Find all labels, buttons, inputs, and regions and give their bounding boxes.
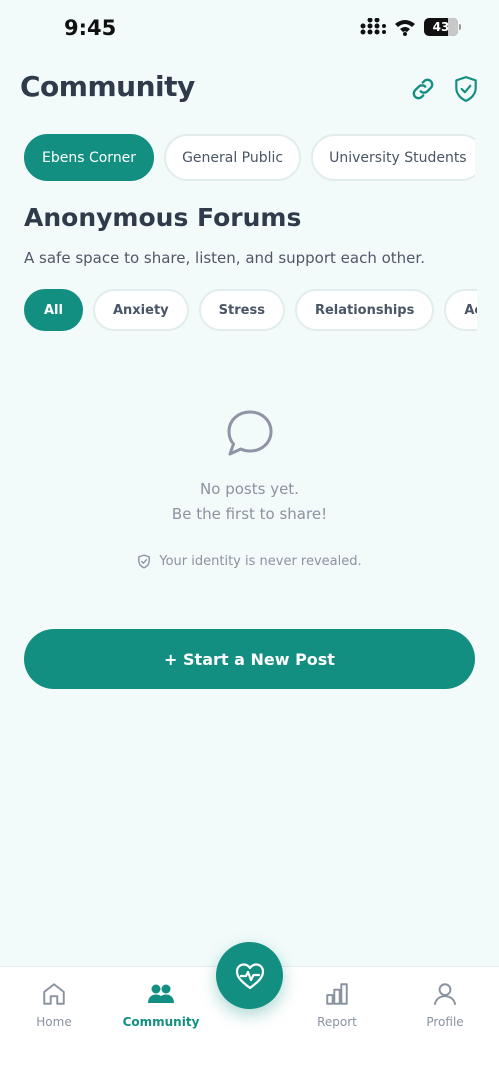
- identity-note: Your identity is never revealed.: [0, 554, 499, 569]
- heart-pulse-icon: [235, 962, 264, 989]
- shield-check-icon: [138, 554, 151, 569]
- user-icon: [433, 983, 457, 1006]
- group-chip-university-students[interactable]: University Students: [311, 134, 475, 181]
- link-button[interactable]: [408, 74, 438, 104]
- cellular-signal-icon: [360, 18, 386, 35]
- users-icon: [148, 984, 174, 1003]
- identity-note-text: Your identity is never revealed.: [159, 554, 362, 569]
- nav-community-label: Community: [122, 1015, 200, 1029]
- group-tabs: Ebens Corner General Public University S…: [24, 134, 475, 181]
- topic-filters: All Anxiety Stress Relationships Academi…: [24, 289, 477, 331]
- link-icon: [412, 78, 434, 100]
- status-icons: 43: [360, 18, 461, 36]
- status-bar: 9:45 43: [0, 0, 499, 60]
- nav-profile-label: Profile: [426, 1015, 464, 1029]
- filter-chip-relationships[interactable]: Relationships: [294, 289, 435, 331]
- bar-chart-icon: [326, 983, 348, 1005]
- section-subtitle: A safe space to share, listen, and suppo…: [24, 249, 425, 267]
- battery-level: 43: [432, 20, 450, 34]
- group-chip-ebens-corner[interactable]: Ebens Corner: [24, 134, 155, 181]
- nav-report[interactable]: Report: [292, 981, 382, 1029]
- home-icon: [43, 983, 65, 1005]
- battery-tip: [459, 24, 461, 30]
- wellness-fab-button[interactable]: [216, 942, 283, 1009]
- start-new-post-button[interactable]: + Start a New Post: [24, 629, 475, 689]
- nav-home[interactable]: Home: [9, 981, 99, 1029]
- shield-check-icon: [455, 76, 477, 102]
- battery-icon: 43: [424, 18, 458, 36]
- nav-profile[interactable]: Profile: [400, 981, 490, 1029]
- nav-community[interactable]: Community: [116, 981, 206, 1029]
- filter-chip-stress[interactable]: Stress: [198, 289, 285, 331]
- status-time: 9:45: [64, 16, 117, 40]
- filter-chip-all[interactable]: All: [24, 289, 83, 331]
- page-title: Community: [20, 70, 195, 103]
- nav-home-label: Home: [36, 1015, 72, 1029]
- empty-state-title: No posts yet.: [200, 480, 299, 498]
- safety-button[interactable]: [451, 74, 481, 104]
- wifi-icon: [395, 20, 415, 36]
- chat-bubble-icon: [227, 410, 273, 456]
- filter-chip-academics[interactable]: Academics: [444, 289, 477, 331]
- filter-chip-anxiety[interactable]: Anxiety: [92, 289, 189, 331]
- group-chip-general-public[interactable]: General Public: [164, 134, 302, 181]
- empty-state-subtitle: Be the first to share!: [171, 505, 328, 523]
- nav-report-label: Report: [317, 1015, 357, 1029]
- section-title: Anonymous Forums: [24, 203, 302, 232]
